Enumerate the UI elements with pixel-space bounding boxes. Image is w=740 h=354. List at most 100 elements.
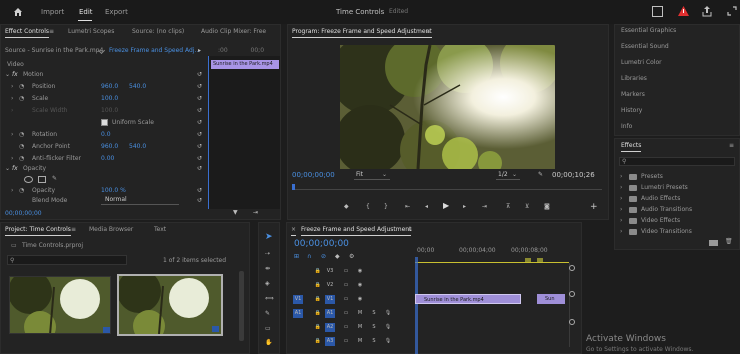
source-v1-label[interactable]: V1 — [293, 295, 303, 304]
zoom-handle[interactable] — [569, 291, 575, 297]
home-icon[interactable] — [12, 6, 24, 18]
linked-selection-icon[interactable]: ⊘ — [321, 253, 326, 261]
share-icon[interactable] — [701, 5, 713, 17]
effects-title[interactable]: Effects — [621, 139, 642, 153]
sequence-thumbnail[interactable] — [117, 274, 223, 336]
opacity-expand-icon[interactable]: ⌄ — [5, 165, 10, 173]
reset-scale-width-icon[interactable]: ↺ — [197, 107, 202, 115]
timeline-close-icon[interactable]: × — [291, 223, 297, 237]
reset-blend-icon[interactable]: ↺ — [197, 197, 202, 205]
expand-rotation-icon[interactable]: › — [11, 131, 13, 139]
panel-essential-graphics[interactable]: Essential Graphics — [621, 27, 676, 35]
panel-markers[interactable]: Markers — [621, 91, 645, 99]
reset-motion-icon[interactable]: ↺ — [197, 71, 202, 79]
blend-mode-dropdown[interactable]: Normal — [101, 196, 179, 205]
slip-tool-icon[interactable]: ⟺ — [265, 295, 274, 303]
nest-icon[interactable]: ⊞ — [294, 253, 299, 261]
track-sync-icon[interactable]: ▭ — [341, 323, 351, 332]
timeline-timecode[interactable]: 00;00;00;00 — [294, 239, 349, 250]
maximize-icon[interactable] — [726, 5, 737, 16]
rectangle-tool-icon[interactable]: ▭ — [265, 325, 271, 333]
lift-icon[interactable]: ⊼ — [506, 203, 510, 211]
effects-item-presets[interactable]: Presets — [641, 173, 663, 181]
track-sync-icon[interactable]: ▭ — [341, 337, 351, 346]
media-thumbnail[interactable] — [9, 276, 111, 334]
hand-tool-icon[interactable]: ✋ — [265, 339, 272, 347]
wrench-icon[interactable]: ✎ — [538, 171, 543, 179]
anchor-y-value[interactable]: 540.0 — [129, 143, 146, 151]
panel-history[interactable]: History — [621, 107, 642, 115]
microphone-icon[interactable]: 🎙 — [383, 309, 393, 318]
timeline-vertical-scrollbar[interactable] — [569, 263, 575, 347]
rectangle-mask-icon[interactable] — [38, 176, 46, 183]
track-lock-icon[interactable]: 🔒 — [313, 281, 323, 290]
scale-value[interactable]: 100.0 — [101, 95, 118, 103]
timeline-ruler[interactable] — [415, 257, 569, 354]
step-forward-icon[interactable]: ▸ — [463, 203, 466, 211]
expand-video-transitions-icon[interactable]: › — [620, 228, 622, 236]
tab-media-browser[interactable]: Media Browser — [89, 223, 133, 237]
razor-tool-icon[interactable]: ◈ — [265, 280, 270, 288]
panel-menu-icon[interactable]: ≡ — [407, 226, 412, 234]
track-eye-icon[interactable]: ◉ — [355, 295, 365, 304]
new-bin-icon[interactable] — [709, 240, 718, 246]
program-scrub-bar[interactable] — [292, 184, 602, 190]
panel-info[interactable]: Info — [621, 123, 632, 131]
mute-button[interactable]: M — [355, 337, 365, 346]
track-sync-icon[interactable]: ▭ — [341, 281, 351, 290]
zoom-handle[interactable] — [569, 319, 575, 325]
effects-item-audio-effects[interactable]: Audio Effects — [641, 195, 680, 203]
panel-libraries[interactable]: Libraries — [621, 75, 647, 83]
playhead[interactable] — [415, 257, 418, 354]
fit-dropdown[interactable]: Fit ⌄ — [354, 170, 390, 180]
resolution-dropdown[interactable]: 1/2 ⌄ — [496, 170, 520, 180]
fullscreen-icon[interactable] — [652, 6, 663, 17]
position-y-value[interactable]: 540.0 — [129, 83, 146, 91]
expand-scale-icon[interactable]: › — [11, 95, 13, 103]
reset-anti-flicker-icon[interactable]: ↺ — [197, 155, 202, 163]
effects-item-lumetri-presets[interactable]: Lumetri Presets — [641, 184, 688, 192]
track-lock-icon[interactable]: 🔒 — [313, 309, 323, 318]
track-select-tool-icon[interactable]: ⇢ — [265, 250, 270, 258]
opacity-value[interactable]: 100.0 % — [101, 187, 126, 195]
tab-project[interactable]: Project: Time Controls — [5, 223, 71, 237]
microphone-icon[interactable]: 🎙 — [383, 337, 393, 346]
anti-flicker-value[interactable]: 0.00 — [101, 155, 114, 163]
tab-source[interactable]: Source: (no clips) — [132, 25, 184, 39]
expand-lumetri-icon[interactable]: › — [620, 184, 622, 192]
timeline-sequence-title[interactable]: Freeze Frame and Speed Adjustment — [301, 223, 412, 237]
source-a1-label[interactable]: A1 — [293, 309, 303, 318]
play-icon[interactable]: ▶ — [443, 202, 449, 210]
program-monitor-title[interactable]: Program: Freeze Frame and Speed Adjustme… — [292, 25, 432, 39]
tab-effect-controls[interactable]: Effect Controls — [5, 25, 49, 39]
track-lock-icon[interactable]: 🔒 — [313, 323, 323, 332]
track-eye-icon[interactable]: ◉ — [355, 267, 365, 276]
pen-mask-icon[interactable]: ✎ — [52, 175, 57, 183]
mute-button[interactable]: M — [355, 309, 365, 318]
mini-timeline-clip[interactable]: Sunrise in the Park.mp4 — [211, 60, 279, 69]
expand-video-effects-icon[interactable]: › — [620, 217, 622, 225]
timeline-settings-icon[interactable]: ⚙ — [349, 253, 354, 261]
mark-out-icon[interactable]: } — [384, 203, 388, 211]
track-sync-icon[interactable]: ▭ — [341, 309, 351, 318]
timeline-clip-sunrise[interactable]: Sunrise in the Park.mp4 — [415, 294, 521, 304]
step-back-icon[interactable]: ◂ — [425, 203, 428, 211]
mini-timeline[interactable]: Sunrise in the Park.mp4 — [208, 56, 280, 209]
uniform-scale-checkbox[interactable] — [101, 119, 108, 126]
add-button-icon[interactable]: + — [590, 203, 598, 212]
effects-item-video-transitions[interactable]: Video Transitions — [641, 228, 692, 236]
add-marker-icon[interactable]: ◆ — [344, 203, 349, 211]
track-sync-icon[interactable]: ▭ — [341, 295, 351, 304]
stopwatch-icon[interactable]: ◔ — [19, 143, 24, 151]
solo-button[interactable]: S — [369, 337, 379, 346]
reset-position-icon[interactable]: ↺ — [197, 83, 202, 91]
export-frame-icon[interactable]: ⇥ — [253, 209, 258, 217]
panel-lumetri-color[interactable]: Lumetri Color — [621, 59, 662, 67]
extract-icon[interactable]: ⊻ — [525, 203, 529, 211]
timeline-clip-sunrise-2[interactable]: Sun — [537, 294, 565, 304]
tab-text[interactable]: Text — [154, 223, 166, 237]
track-eye-icon[interactable]: ◉ — [355, 281, 365, 290]
menu-export[interactable]: Export — [105, 8, 128, 16]
effects-search-input[interactable]: ⚲ — [619, 157, 735, 166]
expand-anti-flicker-icon[interactable]: › — [11, 155, 13, 163]
